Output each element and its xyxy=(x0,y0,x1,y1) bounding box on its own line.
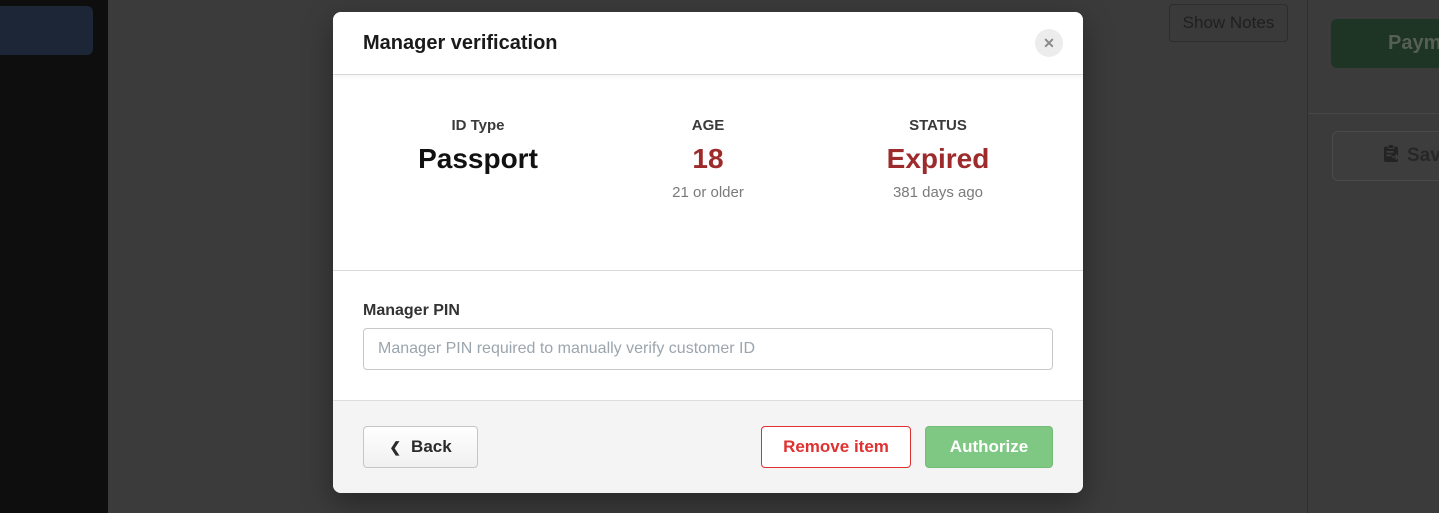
manager-pin-label: Manager PIN xyxy=(363,302,1053,320)
back-button[interactable]: ❮ Back xyxy=(363,426,478,468)
age-subtext: 21 or older xyxy=(593,184,823,202)
id-type-value: Passport xyxy=(363,143,593,175)
payment-button[interactable]: Paym xyxy=(1331,19,1439,68)
authorize-button[interactable]: Authorize xyxy=(925,426,1053,468)
manager-verification-modal: Manager verification ✕ ID Type Passport … xyxy=(333,12,1083,493)
manager-pin-section: Manager PIN xyxy=(333,270,1083,400)
status-subtext: 381 days ago xyxy=(823,184,1053,202)
close-icon: ✕ xyxy=(1043,35,1055,52)
save-button-label: Sav xyxy=(1407,145,1439,167)
left-sidebar xyxy=(0,0,108,513)
age-value: 18 xyxy=(593,143,823,175)
show-notes-button[interactable]: Show Notes xyxy=(1169,4,1288,42)
footer-action-group: Remove item Authorize xyxy=(761,426,1053,468)
remove-item-button[interactable]: Remove item xyxy=(761,426,911,468)
age-column: AGE 18 21 or older xyxy=(593,117,823,270)
id-type-column: ID Type Passport xyxy=(363,117,593,270)
id-type-label: ID Type xyxy=(363,117,593,134)
save-clipboard-icon xyxy=(1383,144,1400,169)
modal-title: Manager verification xyxy=(363,32,558,55)
modal-header: Manager verification ✕ xyxy=(333,12,1083,75)
modal-footer: ❮ Back Remove item Authorize xyxy=(333,400,1083,493)
status-label: STATUS xyxy=(823,117,1053,134)
right-panel-section-divider xyxy=(1308,113,1439,114)
id-type-subtext xyxy=(363,184,593,202)
sidebar-active-item[interactable] xyxy=(0,6,93,55)
right-panel-divider xyxy=(1307,0,1308,513)
close-button[interactable]: ✕ xyxy=(1035,29,1063,57)
status-value: Expired xyxy=(823,143,1053,175)
save-button[interactable]: Sav xyxy=(1332,131,1439,181)
age-label: AGE xyxy=(593,117,823,134)
status-column: STATUS Expired 381 days ago xyxy=(823,117,1053,270)
back-button-label: Back xyxy=(411,437,452,457)
chevron-left-icon: ❮ xyxy=(389,439,401,456)
manager-pin-input[interactable] xyxy=(363,328,1053,370)
id-verification-summary: ID Type Passport AGE 18 21 or older STAT… xyxy=(333,75,1083,270)
